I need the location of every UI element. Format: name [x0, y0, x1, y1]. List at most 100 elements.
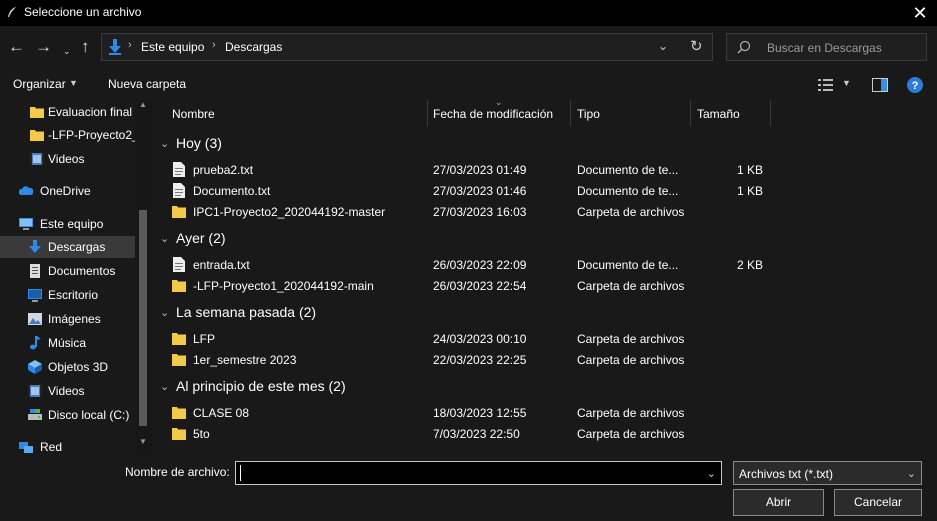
- search-placeholder: Buscar en Descargas: [767, 41, 882, 55]
- sidebar-item-red[interactable]: Red: [0, 436, 135, 454]
- svg-text:?: ?: [912, 80, 919, 92]
- navigation-pane: Evaluacion final -LFP-Proyecto2_ Videos …: [0, 100, 152, 454]
- scroll-down-icon[interactable]: ▼: [139, 437, 147, 446]
- scroll-up-icon[interactable]: ▲: [139, 100, 147, 109]
- sidebar-scrollbar-thumb[interactable]: [139, 210, 147, 426]
- file-type: Carpeta de archivos: [577, 406, 685, 420]
- file-date: 22/03/2023 22:25: [433, 353, 527, 367]
- file-row[interactable]: prueba2.txt 27/03/2023 01:49 Documento d…: [172, 159, 792, 180]
- file-row[interactable]: CLASE 08 18/03/2023 12:55 Carpeta de arc…: [172, 402, 792, 423]
- preview-pane-icon[interactable]: [872, 78, 888, 92]
- sidebar-item-videos[interactable]: Videos: [0, 380, 135, 402]
- sidebar-item-escritorio[interactable]: Escritorio: [0, 284, 135, 306]
- new-folder-button[interactable]: Nueva carpeta: [108, 77, 186, 91]
- file-name: Documento.txt: [193, 184, 271, 198]
- close-icon: ✕: [912, 2, 928, 23]
- filename-dropdown-chevron-icon[interactable]: ⌄: [707, 467, 716, 480]
- text-file-icon: [173, 183, 185, 198]
- address-bar[interactable]: › Este equipo › Descargas ⌄ ↻: [101, 33, 713, 61]
- file-type: Carpeta de archivos: [577, 205, 685, 219]
- search-box[interactable]: Buscar en Descargas: [726, 33, 927, 61]
- sidebar-item-objetos-3d[interactable]: Objetos 3D: [0, 356, 135, 378]
- column-divider[interactable]: [770, 100, 771, 126]
- help-icon[interactable]: ?: [907, 77, 923, 93]
- breadcrumb-separator-icon: ›: [128, 39, 132, 51]
- column-header-name[interactable]: Nombre: [152, 100, 427, 126]
- collapse-chevron-icon[interactable]: ⌄: [160, 232, 169, 245]
- up-arrow-icon[interactable]: ↑: [81, 37, 90, 57]
- onedrive-icon: [19, 186, 33, 195]
- refresh-icon[interactable]: ↻: [690, 37, 703, 55]
- file-name: entrada.txt: [193, 258, 250, 272]
- file-name: 1er_semestre 2023: [193, 353, 297, 367]
- address-dropdown-chevron-icon[interactable]: ⌄: [658, 39, 668, 53]
- back-arrow-icon[interactable]: ←: [8, 37, 25, 57]
- view-dropdown-icon[interactable]: ▼: [842, 78, 851, 88]
- file-size: 1 KB: [736, 184, 763, 198]
- download-icon: [29, 240, 41, 253]
- file-row[interactable]: LFP 24/03/2023 00:10 Carpeta de archivos: [172, 328, 792, 349]
- videos-icon: [30, 153, 44, 165]
- recent-locations-chevron-icon[interactable]: ⌄: [63, 41, 71, 61]
- column-header-date[interactable]: Fecha de modificación: [428, 100, 570, 126]
- breadcrumb-este-equipo[interactable]: Este equipo: [141, 40, 204, 54]
- file-type: Carpeta de archivos: [577, 332, 685, 346]
- file-date: 26/03/2023 22:09: [433, 258, 527, 272]
- file-row[interactable]: entrada.txt 26/03/2023 22:09 Documento d…: [172, 254, 792, 275]
- filename-input[interactable]: ⌄: [235, 461, 722, 485]
- sidebar-item-label: Red: [40, 440, 63, 454]
- sidebar-item-label: Documentos: [48, 264, 116, 278]
- file-type: Documento de te...: [577, 258, 679, 272]
- view-options-icon[interactable]: [818, 78, 834, 92]
- file-date: 24/03/2023 00:10: [433, 332, 527, 346]
- navigation-bar: ← → ⌄ ↑ › Este equipo › Descargas ⌄ ↻ Bu…: [0, 26, 937, 70]
- sidebar-item-musica[interactable]: Música: [0, 332, 135, 354]
- sidebar-item-label: Descargas: [48, 240, 106, 254]
- objects3d-icon: [28, 360, 42, 374]
- file-date: 26/03/2023 22:54: [433, 279, 527, 293]
- group-label: Hoy (3): [176, 135, 222, 151]
- organize-button[interactable]: Organizar: [13, 77, 66, 91]
- sidebar-item-evaluacion-final[interactable]: Evaluacion final: [0, 101, 135, 123]
- forward-arrow-icon[interactable]: →: [35, 37, 52, 57]
- file-type: Carpeta de archivos: [577, 353, 685, 367]
- column-header-label: Tipo: [577, 107, 600, 121]
- file-list-scrollbar[interactable]: [923, 100, 937, 454]
- open-button[interactable]: Abrir: [733, 489, 824, 516]
- file-row[interactable]: 5to 7/03/2023 22:50 Carpeta de archivos: [172, 423, 792, 444]
- file-name: CLASE 08: [193, 406, 250, 420]
- file-type-filter-select[interactable]: Archivos txt (*.txt) ⌄: [733, 461, 922, 485]
- sidebar-item-onedrive[interactable]: OneDrive: [0, 180, 135, 202]
- collapse-chevron-icon[interactable]: ⌄: [160, 380, 169, 393]
- file-row[interactable]: Documento.txt 27/03/2023 01:46 Documento…: [172, 180, 792, 201]
- sidebar-item-lfp-proyecto2[interactable]: -LFP-Proyecto2_: [0, 124, 139, 146]
- file-date: 7/03/2023 22:50: [433, 427, 520, 441]
- computer-icon: [19, 218, 33, 230]
- file-type-filter-value: Archivos txt (*.txt): [739, 467, 834, 481]
- file-row[interactable]: IPC1-Proyecto2_202044192-master 27/03/20…: [172, 201, 792, 222]
- column-header-type[interactable]: Tipo: [571, 100, 690, 126]
- close-button[interactable]: ✕: [903, 0, 937, 26]
- collapse-chevron-icon[interactable]: ⌄: [160, 137, 169, 150]
- title-bar: Seleccione un archivo ✕: [0, 0, 937, 26]
- sidebar-item-descargas[interactable]: Descargas: [0, 236, 135, 258]
- file-row[interactable]: -LFP-Proyecto1_202044192-main 26/03/2023…: [172, 275, 792, 296]
- file-date: 27/03/2023 01:46: [433, 184, 527, 198]
- sidebar-item-label: -LFP-Proyecto2_: [48, 128, 139, 142]
- sidebar-item-label: Disco local (C:): [48, 408, 130, 422]
- folder-icon: [172, 206, 186, 218]
- file-type: Documento de te...: [577, 163, 679, 177]
- organize-dropdown-icon[interactable]: ▼: [69, 78, 78, 88]
- file-row[interactable]: 1er_semestre 2023 22/03/2023 22:25 Carpe…: [172, 349, 792, 370]
- column-header-size[interactable]: Tamaño: [691, 100, 770, 126]
- sidebar-item-este-equipo[interactable]: Este equipo: [0, 213, 135, 235]
- sidebar-item-imagenes[interactable]: Imágenes: [0, 308, 135, 330]
- sidebar-item-documentos[interactable]: Documentos: [0, 260, 135, 282]
- cancel-button[interactable]: Cancelar: [834, 489, 922, 516]
- sidebar-item-disco-local[interactable]: Disco local (C:): [0, 404, 135, 426]
- folder-icon: [30, 130, 44, 141]
- collapse-chevron-icon[interactable]: ⌄: [160, 306, 169, 319]
- sidebar-item-videos-quick[interactable]: Videos: [0, 148, 135, 170]
- file-name: prueba2.txt: [193, 163, 254, 177]
- breadcrumb-descargas[interactable]: Descargas: [225, 40, 282, 54]
